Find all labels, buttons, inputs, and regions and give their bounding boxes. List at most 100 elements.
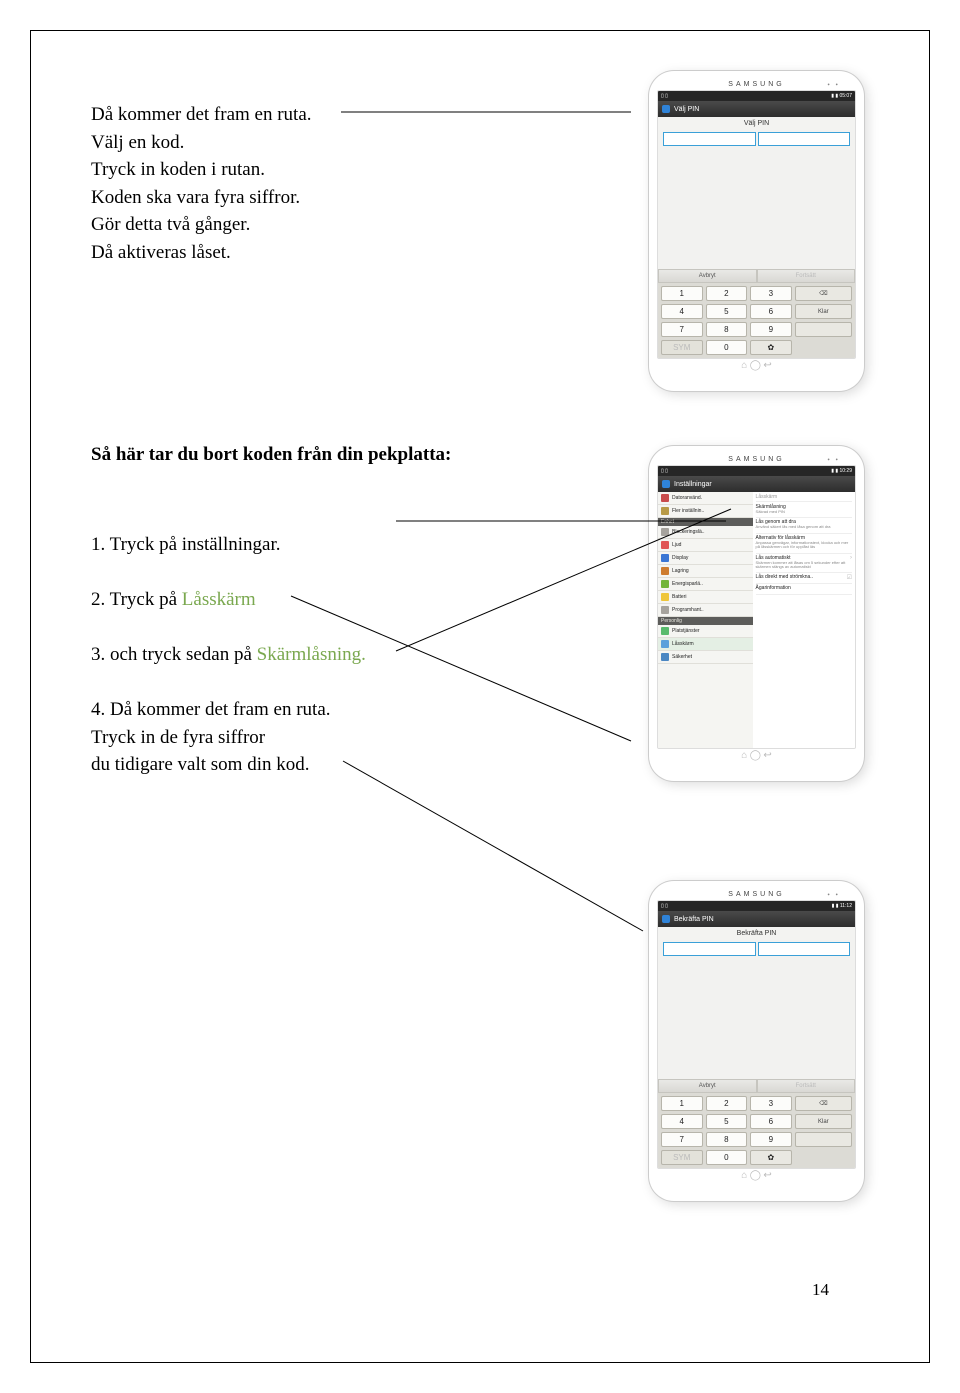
app-icon [662,915,670,923]
key-5[interactable]: 5 [706,304,748,319]
continue-button[interactable]: Fortsätt [757,269,856,283]
sidebar-label-6: Energisparlä.. [672,581,703,587]
ckey-0[interactable]: 0 [706,1150,748,1165]
hardware-buttons: ⌂ ◯ ↩ [657,359,856,373]
cbackspace-key[interactable]: ⌫ [795,1096,852,1111]
sidebar-item-8[interactable]: Programhant.. [658,604,753,617]
ckey-2[interactable]: 2 [706,1096,748,1111]
lockscreen-link: Låsskärm [182,589,256,610]
key-2[interactable]: 2 [706,286,748,301]
sidebar-label-3: Ljud [672,542,681,548]
ckey-4[interactable]: 4 [661,1114,703,1129]
confirm-cell-1[interactable] [663,942,756,956]
sidebar-label-7: Batteri [672,594,686,600]
confirm-cell-2[interactable] [758,942,851,956]
ckey-8[interactable]: 8 [706,1132,748,1147]
rp-item-0[interactable]: SkärmlåsningSäkrad med PIN [756,503,852,518]
pin-cell-1[interactable] [663,132,756,146]
sidebar-item-4[interactable]: Display [658,552,753,565]
rp-item-5[interactable]: Ägarinformation [756,584,852,595]
settings-title: Inställningar [674,481,712,488]
ckey-1[interactable]: 1 [661,1096,703,1111]
confirm-cancel-button[interactable]: Avbryt [658,1079,757,1093]
sidebar-item-3[interactable]: Ljud [658,539,753,552]
tablet-pin: • • SAMSUNG ▯ ▯ ▮ ▮ 05:07 Välj PIN Välj … [649,71,864,391]
settings-rightpane: Låsskärm SkärmlåsningSäkrad med PINLås g… [753,492,855,748]
ckey-9[interactable]: 9 [750,1132,792,1147]
ckey-7[interactable]: 7 [661,1132,703,1147]
sidebar-icon-9 [661,627,669,635]
key-3[interactable]: 3 [750,286,792,301]
key-8[interactable]: 8 [706,322,748,337]
chevron-right-icon: › [850,555,852,561]
sidebar-item-10[interactable]: Låsskärm [658,638,753,651]
gear-key[interactable]: ✿ [750,340,792,355]
ckey-6[interactable]: 6 [750,1114,792,1129]
cspace-key[interactable] [795,1132,852,1147]
intro-l2: Välj en kod. [91,129,312,157]
sidebar-label-2: Blockeringslä.. [672,529,705,535]
tablet-settings: • • SAMSUNG ▯ ▯ ▮ ▮ 10:29 Inställningar … [649,446,864,781]
numeric-keypad: 1 2 3 ⌫ 4 5 6 Klar 7 8 9 [658,283,855,358]
rp-item-3[interactable]: ›Lås automatisktSkärmen kommer att låsas… [756,554,852,574]
confirm-continue-button[interactable]: Fortsätt [757,1079,856,1093]
rp-item-1[interactable]: Lås genom att draAnvänd säkert lås med l… [756,518,852,533]
rp-item-2[interactable]: Alternativ för låsskärmAnpassa genvägar,… [756,534,852,554]
sidebar-item-1[interactable]: Fler inställnin.. [658,505,753,518]
confirm-subtitle: Bekräfta PIN [658,927,855,940]
intro-l5: Gör detta två gånger. [91,211,312,239]
key-0[interactable]: 0 [706,340,748,355]
intro-l1: Då kommer det fram en ruta. [91,101,312,129]
sidebar-item-9[interactable]: Platstjänster [658,625,753,638]
cdone-key[interactable]: Klar [795,1114,852,1129]
sidebar-item-0[interactable]: Datoranvänd. [658,492,753,505]
section-personlig: Personlig [658,617,753,625]
sidebar-item-7[interactable]: Batteri [658,591,753,604]
sidebar-item-5[interactable]: Lagring [658,565,753,578]
sidebar-item-11[interactable]: Säkerhet [658,651,753,664]
screen-title: Välj PIN [674,106,699,113]
sidebar-icon-1 [661,507,669,515]
tablet-confirm-pin: • • SAMSUNG ▯ ▯ ▮ ▮ 11:12 Bekräfta PIN B… [649,881,864,1201]
section-enhet: Enhet [658,518,753,526]
rp-item-4[interactable]: ☑Lås direkt med strömkna.. [756,573,852,584]
cancel-button[interactable]: Avbryt [658,269,757,283]
backspace-key[interactable]: ⌫ [795,286,852,301]
sidebar-label-0: Datoranvänd. [672,495,702,501]
sym-key[interactable]: SYM [661,340,703,355]
space-key[interactable] [795,322,852,337]
confirm-input-row [658,940,855,960]
csym-key[interactable]: SYM [661,1150,703,1165]
done-key[interactable]: Klar [795,304,852,319]
ckey-5[interactable]: 5 [706,1114,748,1129]
key-7[interactable]: 7 [661,322,703,337]
key-1[interactable]: 1 [661,286,703,301]
checkbox-icon[interactable]: ☑ [847,574,852,581]
rightpane-heading: Låsskärm [756,494,852,502]
key-9[interactable]: 9 [750,322,792,337]
sidebar-label-10: Låsskärm [672,641,694,647]
settings-sidebar: Datoranvänd. Fler inställnin..Enhet Blocke… [658,492,753,748]
key-6[interactable]: 6 [750,304,792,319]
page-number: 14 [812,1280,829,1300]
step-1: 1. Tryck på inställningar. [91,531,280,559]
confirm-title: Bekräfta PIN [674,916,714,923]
sidebar-item-6[interactable]: Energisparlä.. [658,578,753,591]
sidebar-icon-10 [661,640,669,648]
intro-text: Då kommer det fram en ruta. Välj en kod.… [91,101,312,266]
sidebar-label-4: Display [672,555,688,561]
key-4[interactable]: 4 [661,304,703,319]
cgear-key[interactable]: ✿ [750,1150,792,1165]
sidebar-icon-11 [661,653,669,661]
step-3: 3. och tryck sedan på Skärmlåsning. [91,641,366,669]
status-left: ▯ ▯ [661,93,668,99]
brand-label: SAMSUNG [657,81,856,88]
sidebar-icon-5 [661,567,669,575]
ckey-3[interactable]: 3 [750,1096,792,1111]
sidebar-item-2[interactable]: Blockeringslä.. [658,526,753,539]
remove-code-heading: Så här tar du bort koden från din pekpla… [91,441,451,469]
screenlock-link: Skärmlåsning. [257,644,366,665]
sidebar-icon-4 [661,554,669,562]
sidebar-icon-3 [661,541,669,549]
pin-cell-2[interactable] [758,132,851,146]
